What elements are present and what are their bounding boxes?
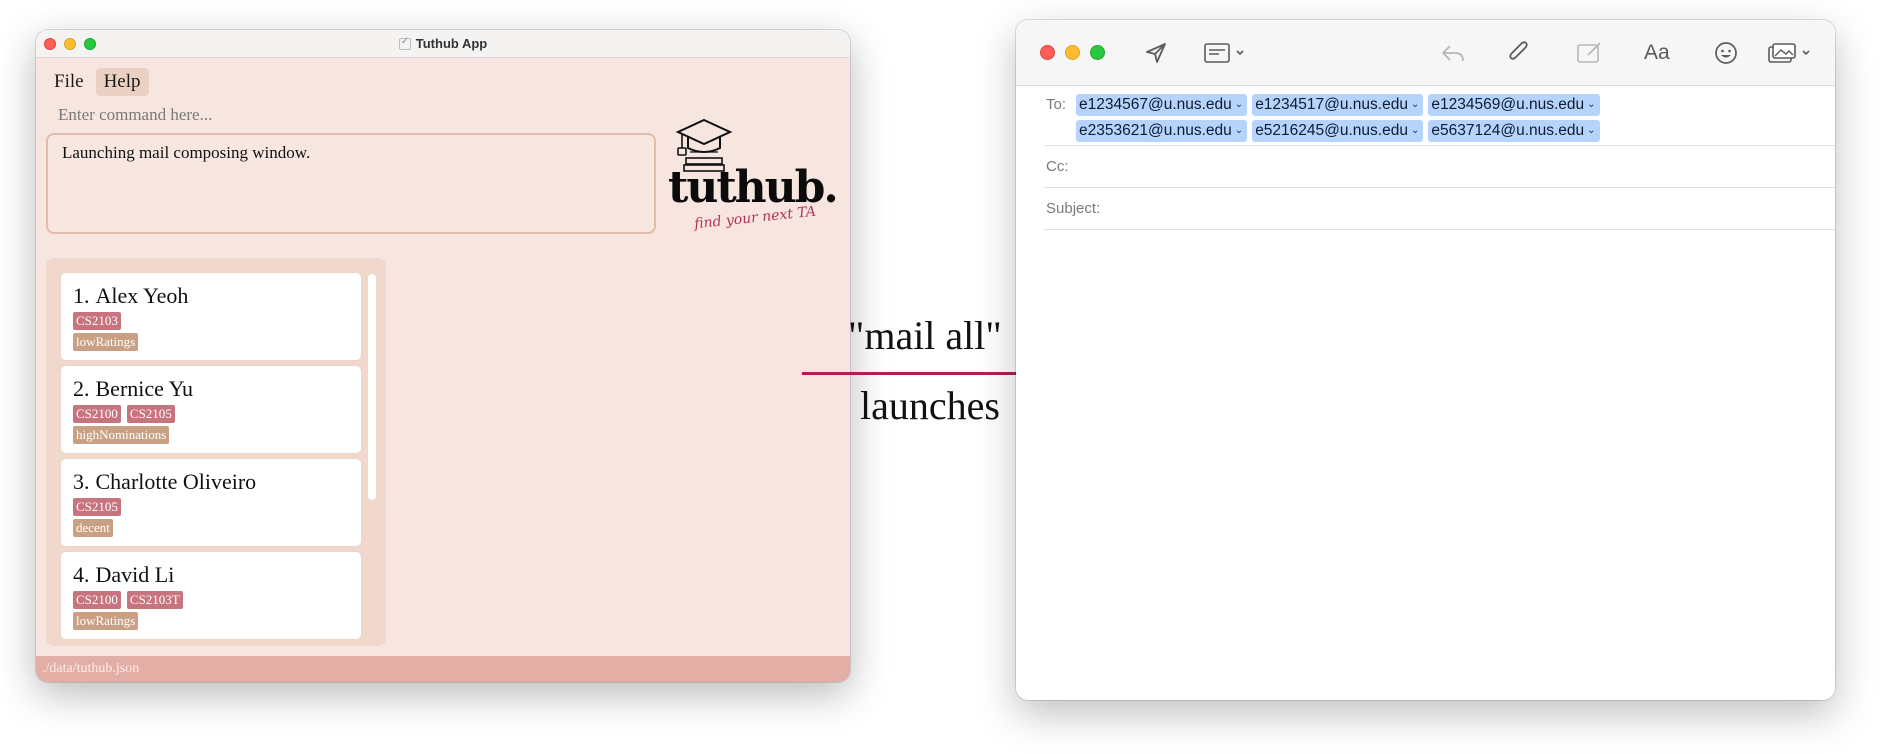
chevron-down-icon: ⌄ <box>1234 99 1244 110</box>
window-controls <box>1040 45 1105 60</box>
list-item[interactable]: 1. Alex Yeoh CS2103 lowRatings <box>60 272 362 361</box>
recipient-chip[interactable]: e5637124@u.nus.edu ⌄ <box>1428 120 1600 142</box>
list-item[interactable]: 2. Bernice Yu CS2100 CS2105 highNominatio… <box>60 365 362 454</box>
tutor-name: 2. Bernice Yu <box>73 376 194 401</box>
recipient-chip[interactable]: e1234517@u.nus.edu ⌄ <box>1252 94 1424 116</box>
emoji-icon[interactable] <box>1714 40 1738 66</box>
recipient-chip[interactable]: e2353621@u.nus.edu ⌄ <box>1076 120 1248 142</box>
tuthub-logo: tuthub. find your next TA <box>664 118 839 232</box>
to-field-row[interactable]: To: e1234567@u.nus.edu ⌄ e1234517@u.nus.e… <box>1044 86 1835 146</box>
rating-tag: lowRatings <box>73 333 139 351</box>
rating-tag: decent <box>73 519 113 537</box>
rating-tag: lowRatings <box>73 612 139 630</box>
recipient-list: e1234567@u.nus.edu ⌄ e1234517@u.nus.edu ⌄ … <box>1076 94 1696 142</box>
menu-bar: File Help <box>46 68 149 96</box>
markup-icon[interactable] <box>1576 40 1604 66</box>
tutor-name: 4. David Li <box>73 562 175 587</box>
zoom-icon[interactable] <box>84 38 96 50</box>
app-icon <box>398 36 411 50</box>
recipient-chip[interactable]: e1234567@u.nus.edu ⌄ <box>1076 94 1248 116</box>
minimize-icon[interactable] <box>64 38 76 50</box>
subject-label: Subject: <box>1046 200 1101 217</box>
annotation-command: "mail all" <box>848 313 1002 358</box>
chevron-down-icon: ⌄ <box>1587 125 1596 136</box>
recipient-chip[interactable]: e1234569@u.nus.edu ⌄ <box>1428 94 1600 116</box>
module-tag: CS2103 <box>73 312 121 330</box>
close-icon[interactable] <box>44 38 56 50</box>
tutor-name: 1. Alex Yeoh <box>73 283 189 308</box>
status-bar: ./data/tuthub.json <box>36 656 850 682</box>
mail-compose-window: Aa To: e1234567@u.nus.edu ⌄ e1234517@u.nu… <box>1016 20 1835 700</box>
result-display: Launching mail composing window. <box>46 133 656 234</box>
window-controls <box>44 38 96 50</box>
close-icon[interactable] <box>1040 45 1055 60</box>
module-tag: CS2105 <box>126 405 175 423</box>
cc-label: Cc: <box>1046 158 1069 175</box>
subject-field-row[interactable]: Subject: <box>1044 188 1835 230</box>
annotation-verb: launches <box>860 383 1000 428</box>
result-text: Launching mail composing window. <box>62 143 311 162</box>
module-tag: CS2105 <box>73 498 121 516</box>
to-label: To: <box>1046 96 1067 113</box>
mail-toolbar: Aa <box>1016 20 1835 86</box>
format-icon[interactable]: Aa <box>1644 40 1670 66</box>
send-icon[interactable] <box>1144 40 1168 66</box>
recipient-chip[interactable]: e5216245@u.nus.edu ⌄ <box>1252 120 1424 142</box>
module-tag: CS2103T <box>126 591 183 609</box>
cc-field-row[interactable]: Cc: <box>1044 146 1835 188</box>
status-path: ./data/tuthub.json <box>42 661 140 676</box>
list-item[interactable]: 3. Charlotte Oliveiro CS2105 decent <box>60 458 362 547</box>
tuthub-window: Tuthub App File Help Launching mail comp… <box>36 30 850 682</box>
chevron-down-icon: ⌄ <box>1587 99 1596 110</box>
window-title-text: Tuthub App <box>415 36 488 51</box>
tutor-list-panel: 1. Alex Yeoh CS2103 lowRatings 2. Bernice … <box>46 258 386 646</box>
minimize-icon[interactable] <box>1065 45 1080 60</box>
command-input[interactable] <box>46 102 646 128</box>
rating-tag: highNominations <box>73 426 170 444</box>
module-tag: CS2100 <box>73 405 121 423</box>
message-body[interactable] <box>1016 230 1835 700</box>
header-fields-icon[interactable] <box>1204 40 1248 66</box>
arrow-line <box>802 372 1052 375</box>
chevron-down-icon: ⌄ <box>1410 99 1420 110</box>
menu-file[interactable]: File <box>46 68 92 96</box>
zoom-icon[interactable] <box>1090 45 1105 60</box>
tutor-name: 3. Charlotte Oliveiro <box>73 469 257 494</box>
chevron-down-icon: ⌄ <box>1234 125 1244 136</box>
menu-help[interactable]: Help <box>95 68 149 96</box>
list-item[interactable]: 4. David Li CS2100 CS2103T lowRatings <box>60 551 362 640</box>
photo-browser-icon[interactable] <box>1768 40 1814 66</box>
reply-icon[interactable] <box>1440 40 1466 66</box>
tuthub-titlebar: Tuthub App <box>36 30 850 58</box>
module-tag: CS2100 <box>73 591 121 609</box>
window-title: Tuthub App <box>398 36 488 51</box>
chevron-down-icon: ⌄ <box>1410 125 1420 136</box>
attachment-icon[interactable] <box>1508 40 1530 66</box>
format-label: Aa <box>1644 41 1670 64</box>
list-scrollbar[interactable] <box>368 274 376 500</box>
